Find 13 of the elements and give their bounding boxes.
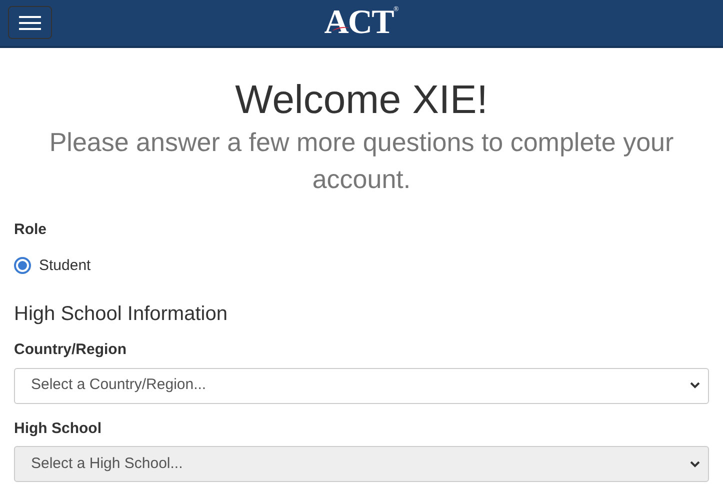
subheading: Please answer a few more questions to complete your account. xyxy=(48,126,675,196)
menu-icon xyxy=(19,14,41,30)
chevron-icon xyxy=(690,382,700,389)
radio-button[interactable] xyxy=(14,257,31,274)
section-title: High School Information xyxy=(14,302,228,327)
menu-button[interactable] xyxy=(8,6,52,39)
welcome-heading: Welcome XIE! xyxy=(234,77,489,124)
chevron-icon xyxy=(690,460,700,468)
role-label: Role xyxy=(14,220,48,240)
field-label: Country/Region xyxy=(14,340,128,360)
field-label: High School xyxy=(14,418,102,438)
radio-label: Student xyxy=(39,256,91,276)
dropdown[interactable]: Select a Country/Region... xyxy=(14,368,709,404)
